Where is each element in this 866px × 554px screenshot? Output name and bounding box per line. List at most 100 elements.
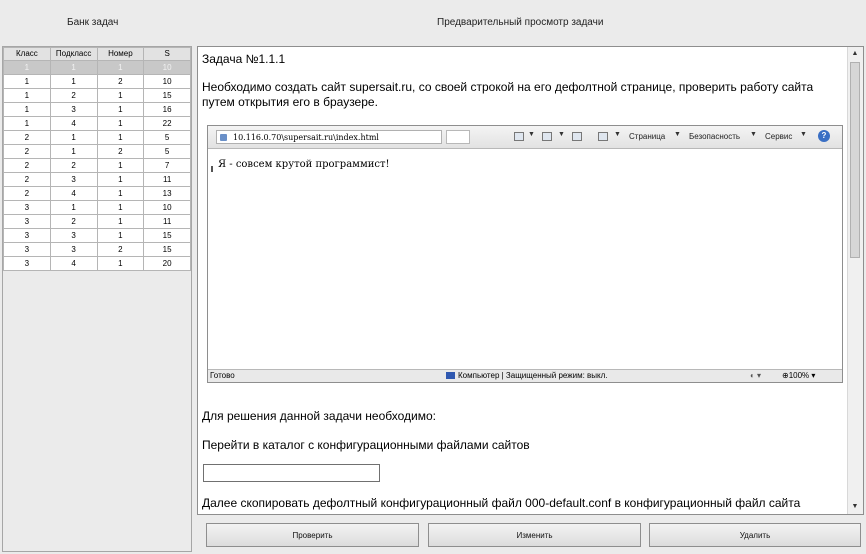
table-cell: 2 — [96, 74, 145, 89]
table-cell: 15 — [143, 228, 191, 243]
zone-flag-icon — [446, 372, 455, 379]
column-header-class[interactable]: Класс — [3, 47, 51, 61]
scrollbar-thumb[interactable] — [850, 62, 860, 258]
chevron-down-icon: ▼ — [750, 131, 757, 138]
table-row[interactable]: 1 4 1 22 — [3, 116, 191, 131]
bank-title: Банк задач — [67, 17, 119, 28]
task-preview-panel: Задача №1.1.1 Необходимо создать сайт su… — [197, 46, 864, 515]
table-cell: 1 — [3, 88, 51, 103]
browser-page-body: Я - совсем крутой программист! — [208, 149, 842, 370]
table-row[interactable]: 3 4 1 20 — [3, 256, 191, 271]
table-row[interactable]: 1 2 1 15 — [3, 88, 191, 103]
column-header-number[interactable]: Номер — [96, 47, 145, 61]
table-cell: 3 — [3, 242, 51, 257]
home-icon — [514, 132, 524, 141]
table-cell: 1 — [96, 158, 145, 173]
task-bank-table: Класс Подкласс Номер S 1 1 1 10 1 1 2 10 1 2 1 15 1 3… — [3, 47, 191, 271]
table-row[interactable]: 3 3 1 15 — [3, 228, 191, 243]
status-ready: Готово — [210, 371, 235, 380]
zoom-level: 100% — [788, 371, 810, 380]
table-cell: 2 — [3, 158, 51, 173]
chevron-down-icon: ▼ — [528, 131, 535, 138]
table-cell: 1 — [96, 228, 145, 243]
table-row[interactable]: 2125 — [3, 144, 191, 159]
table-cell: 2 — [96, 242, 145, 257]
table-row[interactable]: 3 2 1 11 — [3, 214, 191, 229]
preview-title: Предварительный просмотр задачи — [437, 17, 604, 28]
edit-button[interactable]: Изменить — [428, 523, 641, 547]
column-header-subclass[interactable]: Подкласс — [49, 47, 98, 61]
delete-button[interactable]: Удалить — [649, 523, 861, 547]
text-caret — [211, 166, 213, 172]
table-cell: 1 — [49, 200, 98, 215]
table-cell: 2 — [3, 172, 51, 187]
status-zoom: ⊕100% ▾ — [782, 371, 816, 380]
table-cell: 1 — [96, 102, 145, 117]
table-row[interactable]: 3 3 2 15 — [3, 242, 191, 257]
address-bar: 10.116.0.70\supersait.ru\index.html — [216, 130, 442, 144]
table-cell: 1 — [49, 74, 98, 89]
table-cell: 3 — [3, 256, 51, 271]
table-cell: 4 — [49, 186, 98, 201]
table-cell: 1 — [3, 74, 51, 89]
chevron-down-icon: ▼ — [674, 131, 681, 138]
table-cell: 5 — [143, 144, 191, 159]
table-cell: 20 — [143, 256, 191, 271]
table-header-row: Класс Подкласс Номер S — [3, 47, 191, 61]
mail-icon — [572, 132, 582, 141]
table-cell: 3 — [49, 228, 98, 243]
table-cell: 1 — [3, 60, 51, 75]
browser-screenshot: 10.116.0.70\supersait.ru\index.html ▼ ▼ … — [207, 125, 843, 383]
task-bank-panel: Класс Подкласс Номер S 1 1 1 10 1 1 2 10 1 2 1 15 1 3… — [2, 46, 192, 552]
table-row[interactable]: 2217 — [3, 158, 191, 173]
step1-answer-input[interactable] — [203, 464, 380, 482]
table-cell: 13 — [143, 186, 191, 201]
chevron-down-icon: ▼ — [800, 131, 807, 138]
table-cell: 3 — [3, 228, 51, 243]
solution-intro-label: Для решения данной задачи необходимо: — [202, 409, 436, 423]
address-blank-field — [446, 130, 470, 144]
table-cell: 2 — [49, 88, 98, 103]
table-cell: 10 — [143, 74, 191, 89]
column-header-score[interactable]: S — [143, 47, 191, 61]
menu-security: Безопасность — [689, 132, 741, 141]
check-button[interactable]: Проверить — [206, 523, 419, 547]
status-zone-text: Компьютер | Защищенный режим: выкл. — [458, 371, 608, 380]
table-cell: 2 — [3, 144, 51, 159]
help-icon: ? — [818, 130, 830, 142]
table-cell: 3 — [3, 214, 51, 229]
table-cell: 11 — [143, 172, 191, 187]
table-cell: 1 — [96, 88, 145, 103]
preview-scrollbar[interactable]: ▲ ▼ — [847, 47, 863, 514]
page-icon — [220, 134, 227, 141]
table-cell: 2 — [3, 186, 51, 201]
table-cell: 5 — [143, 130, 191, 145]
table-cell: 1 — [3, 116, 51, 131]
feed-icon — [542, 132, 552, 141]
address-text: 10.116.0.70\supersait.ru\index.html — [233, 133, 379, 142]
preview-content: Задача №1.1.1 Необходимо создать сайт su… — [202, 47, 847, 514]
table-cell: 10 — [143, 200, 191, 215]
status-zone: Компьютер | Защищенный режим: выкл. — [446, 370, 608, 382]
security-icon: ◐ ▾ — [750, 371, 762, 380]
table-row[interactable]: 2 3 1 11 — [3, 172, 191, 187]
table-row[interactable]: 1 1 2 10 — [3, 74, 191, 89]
table-cell: 1 — [3, 102, 51, 117]
task-title: Задача №1.1.1 — [202, 52, 286, 66]
scroll-up-icon[interactable]: ▲ — [849, 48, 861, 60]
table-row[interactable]: 2115 — [3, 130, 191, 145]
table-cell: 1 — [96, 116, 145, 131]
table-row[interactable]: 1 1 1 10 — [3, 60, 191, 75]
table-row[interactable]: 2 4 1 13 — [3, 186, 191, 201]
table-cell: 3 — [49, 172, 98, 187]
table-cell: 1 — [96, 60, 145, 75]
scroll-down-icon[interactable]: ▼ — [849, 501, 861, 513]
table-row[interactable]: 3 1 1 10 — [3, 200, 191, 215]
browser-toolbar: 10.116.0.70\supersait.ru\index.html ▼ ▼ … — [208, 126, 842, 149]
table-cell: 4 — [49, 116, 98, 131]
table-cell: 2 — [96, 144, 145, 159]
table-cell: 2 — [3, 130, 51, 145]
table-cell: 3 — [49, 242, 98, 257]
table-row[interactable]: 1 3 1 16 — [3, 102, 191, 117]
table-cell: 10 — [143, 60, 191, 75]
